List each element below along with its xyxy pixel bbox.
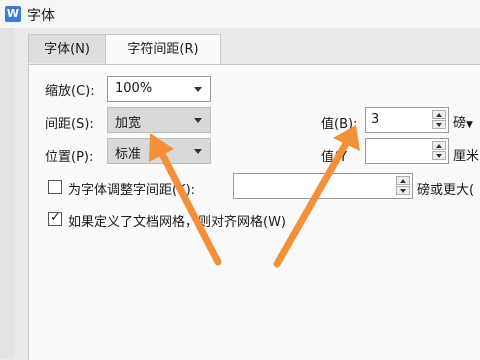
annotation-arrows xyxy=(149,125,360,268)
orange-arrow-value xyxy=(273,125,360,268)
orange-arrow-spacing xyxy=(149,133,222,266)
